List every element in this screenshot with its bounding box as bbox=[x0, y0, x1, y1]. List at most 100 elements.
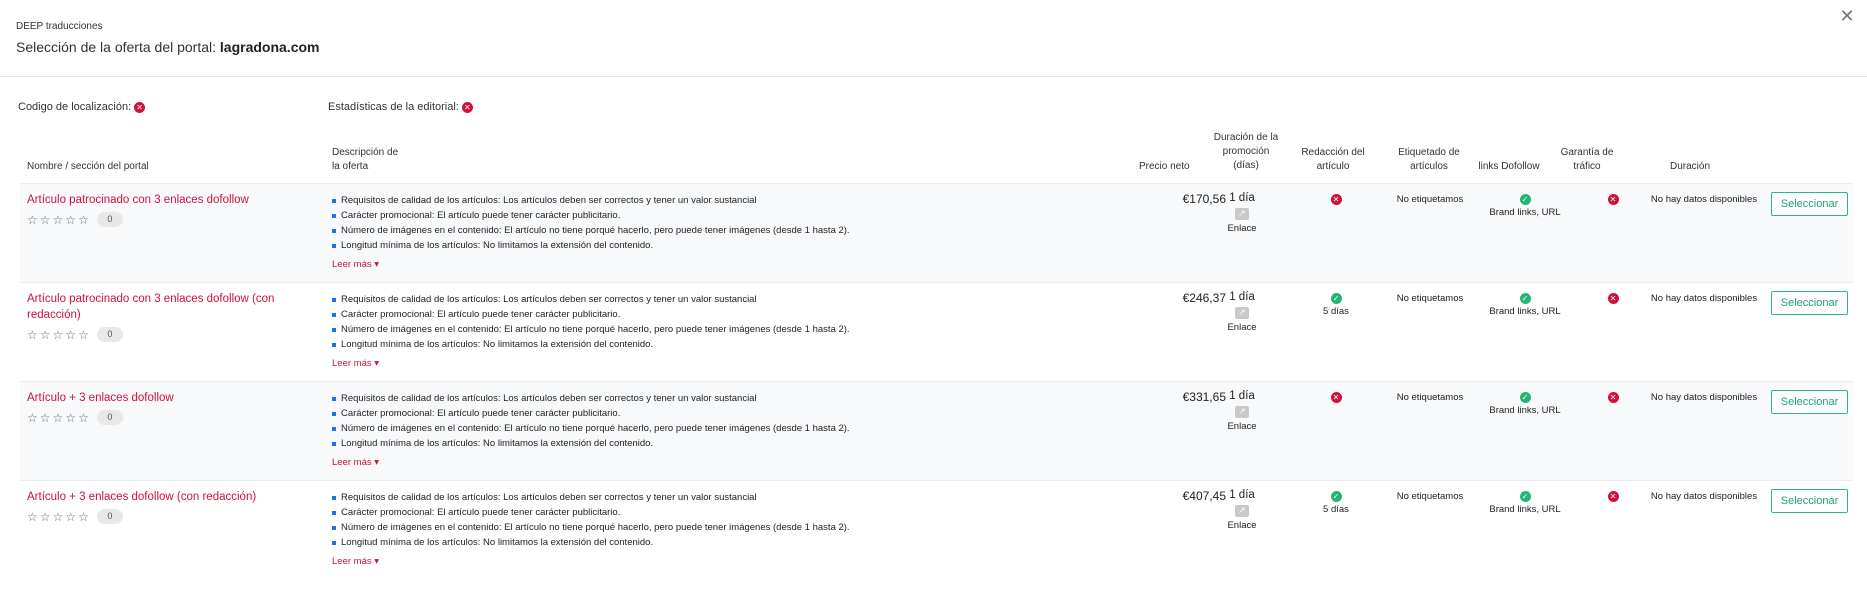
check-circle-icon: ✓ bbox=[1519, 392, 1531, 403]
dofollow-links: ✓ Brand links, URL bbox=[1482, 293, 1568, 317]
promo-duration: 1 día ↗ Enlace bbox=[1212, 192, 1272, 234]
bullet-icon bbox=[332, 396, 336, 401]
star-outline-icon[interactable]: ☆ bbox=[40, 213, 51, 227]
x-circle-icon: ✕ bbox=[1607, 491, 1619, 502]
rating: ☆ ☆ ☆ ☆ ☆ 0 bbox=[27, 327, 123, 342]
stats-filter: Estadísticas de la editorial: ✕ bbox=[328, 101, 473, 113]
star-outline-icon[interactable]: ☆ bbox=[65, 328, 76, 342]
bullet-icon bbox=[332, 495, 336, 500]
read-more-link[interactable]: Leer más ▾ bbox=[332, 457, 379, 468]
external-link-icon[interactable]: ↗ bbox=[1235, 208, 1249, 220]
x-circle-icon: ✕ bbox=[1330, 392, 1342, 403]
check-circle-icon: ✓ bbox=[1519, 194, 1531, 205]
star-outline-icon[interactable]: ☆ bbox=[40, 510, 51, 524]
description-item: Carácter promocional: El artículo puede … bbox=[332, 406, 1092, 421]
dofollow-links: ✓ Brand links, URL bbox=[1482, 194, 1568, 218]
read-more-link[interactable]: Leer más ▾ bbox=[332, 358, 379, 369]
select-button[interactable]: Seleccionar bbox=[1771, 390, 1848, 414]
rating: ☆ ☆ ☆ ☆ ☆ 0 bbox=[27, 509, 123, 524]
offer-description: Requisitos de calidad de los artículos: … bbox=[332, 193, 1092, 272]
description-item: Requisitos de calidad de los artículos: … bbox=[332, 490, 1092, 505]
star-outline-icon[interactable]: ☆ bbox=[78, 510, 89, 524]
description-item: Longitud mínima de los artículos: No lim… bbox=[332, 238, 1092, 253]
offer-description: Requisitos de calidad de los artículos: … bbox=[332, 391, 1092, 470]
offer-name-link[interactable]: Artículo patrocinado con 3 enlaces dofol… bbox=[27, 192, 297, 208]
check-circle-icon: ✓ bbox=[1519, 293, 1531, 304]
promo-duration: 1 día ↗ Enlace bbox=[1212, 390, 1272, 432]
x-circle-icon: ✕ bbox=[1330, 194, 1342, 205]
portal-name: lagradona.com bbox=[219, 39, 320, 55]
col-header-duration: Duración bbox=[1669, 161, 1711, 172]
star-outline-icon[interactable]: ☆ bbox=[53, 213, 64, 227]
select-button[interactable]: Seleccionar bbox=[1771, 489, 1848, 513]
star-outline-icon[interactable]: ☆ bbox=[65, 411, 76, 425]
star-outline-icon[interactable]: ☆ bbox=[78, 213, 89, 227]
bullet-icon bbox=[332, 441, 336, 446]
star-outline-icon[interactable]: ☆ bbox=[27, 411, 38, 425]
article-writing: ✕ bbox=[1298, 194, 1374, 207]
star-outline-icon[interactable]: ☆ bbox=[65, 510, 76, 524]
description-item: Número de imágenes en el contenido: El a… bbox=[332, 421, 1092, 436]
select-button[interactable]: Seleccionar bbox=[1771, 291, 1848, 315]
dofollow-links: ✓ Brand links, URL bbox=[1482, 392, 1568, 416]
star-outline-icon[interactable]: ☆ bbox=[53, 328, 64, 342]
select-button[interactable]: Seleccionar bbox=[1771, 192, 1848, 216]
x-circle-icon[interactable]: ✕ bbox=[134, 101, 146, 113]
article-tagging: No etiquetamos bbox=[1396, 491, 1464, 502]
traffic-guarantee: ✕ bbox=[1578, 392, 1648, 403]
bullet-icon bbox=[332, 411, 336, 416]
offer-name-link[interactable]: Artículo patrocinado con 3 enlaces dofol… bbox=[27, 291, 297, 323]
page-title: Selección de la oferta del portal: lagra… bbox=[16, 39, 320, 55]
bullet-icon bbox=[332, 327, 336, 332]
bullet-icon bbox=[332, 243, 336, 248]
traffic-guarantee: ✕ bbox=[1578, 491, 1648, 502]
read-more-link[interactable]: Leer más ▾ bbox=[332, 556, 379, 567]
external-link-icon[interactable]: ↗ bbox=[1235, 307, 1249, 319]
col-header-traffic: Garantía de tráfico bbox=[1560, 147, 1614, 172]
offer-name-link[interactable]: Artículo + 3 enlaces dofollow (con redac… bbox=[27, 489, 297, 505]
description-item: Requisitos de calidad de los artículos: … bbox=[332, 292, 1092, 307]
read-more-link[interactable]: Leer más ▾ bbox=[332, 259, 379, 270]
star-outline-icon[interactable]: ☆ bbox=[27, 328, 38, 342]
description-item: Carácter promocional: El artículo puede … bbox=[332, 307, 1092, 322]
external-link-icon[interactable]: ↗ bbox=[1235, 505, 1249, 517]
offer-description: Requisitos de calidad de los artículos: … bbox=[332, 490, 1092, 569]
dofollow-types: Brand links, URL bbox=[1489, 504, 1561, 515]
description-item: Carácter promocional: El artículo puede … bbox=[332, 505, 1092, 520]
star-outline-icon[interactable]: ☆ bbox=[53, 510, 64, 524]
link-label: Enlace bbox=[1227, 421, 1257, 432]
article-writing: ✓ 5 días bbox=[1298, 293, 1374, 317]
traffic-guarantee: ✕ bbox=[1578, 293, 1648, 304]
star-outline-icon[interactable]: ☆ bbox=[27, 213, 38, 227]
bullet-icon bbox=[332, 297, 336, 302]
duration-value: No hay datos disponibles bbox=[1650, 491, 1758, 502]
star-outline-icon[interactable]: ☆ bbox=[78, 328, 89, 342]
promo-duration: 1 día ↗ Enlace bbox=[1212, 489, 1272, 531]
star-outline-icon[interactable]: ☆ bbox=[53, 411, 64, 425]
x-circle-icon: ✕ bbox=[1607, 293, 1619, 304]
external-link-icon[interactable]: ↗ bbox=[1235, 406, 1249, 418]
dofollow-types: Brand links, URL bbox=[1489, 207, 1561, 218]
modal-header: DEEP traducciones Selección de la oferta… bbox=[0, 0, 1867, 77]
col-header-tagging: Etiquetado de artículos bbox=[1398, 147, 1460, 172]
rating: ☆ ☆ ☆ ☆ ☆ 0 bbox=[27, 410, 123, 425]
article-tagging: No etiquetamos bbox=[1396, 194, 1464, 205]
offer-name-link[interactable]: Artículo + 3 enlaces dofollow bbox=[27, 390, 297, 406]
star-outline-icon[interactable]: ☆ bbox=[40, 411, 51, 425]
star-outline-icon[interactable]: ☆ bbox=[78, 411, 89, 425]
col-header-promo-duration: Duración de la promoción (días) bbox=[1213, 132, 1279, 171]
description-item: Carácter promocional: El artículo puede … bbox=[332, 208, 1092, 223]
star-outline-icon[interactable]: ☆ bbox=[40, 328, 51, 342]
bullet-icon bbox=[332, 228, 336, 233]
bullet-icon bbox=[332, 510, 336, 515]
writing-time: 5 días bbox=[1323, 504, 1349, 515]
star-outline-icon[interactable]: ☆ bbox=[27, 510, 38, 524]
x-circle-icon[interactable]: ✕ bbox=[461, 101, 473, 113]
close-icon[interactable]: ✕ bbox=[1837, 6, 1857, 26]
check-circle-icon: ✓ bbox=[1519, 491, 1531, 502]
description-item: Requisitos de calidad de los artículos: … bbox=[332, 391, 1092, 406]
dofollow-types: Brand links, URL bbox=[1489, 306, 1561, 317]
bullet-icon bbox=[332, 213, 336, 218]
star-outline-icon[interactable]: ☆ bbox=[65, 213, 76, 227]
rating-count-badge: 0 bbox=[96, 212, 123, 227]
